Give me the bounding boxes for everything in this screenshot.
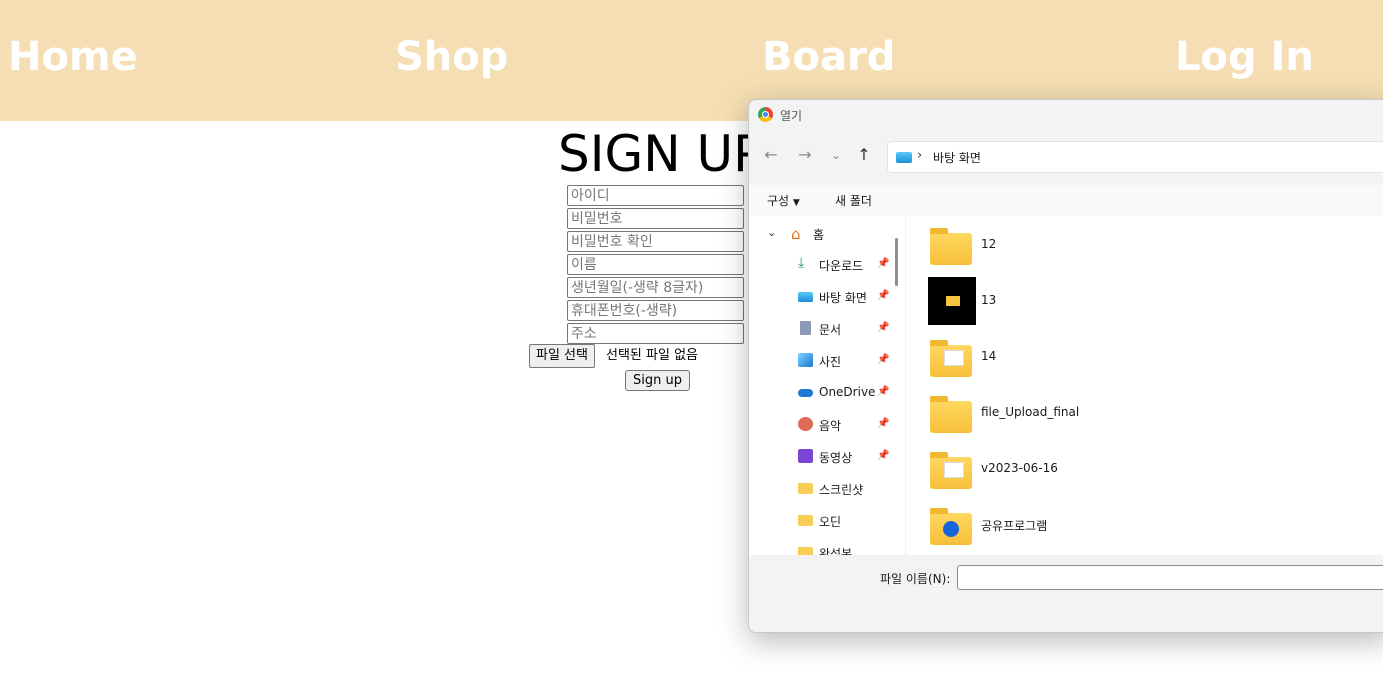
document-icon	[944, 350, 964, 366]
files-pane: 12 13 14 file_Upload_final v2023-06-16 공…	[906, 216, 1383, 555]
file-name: 14	[981, 349, 997, 363]
file-item[interactable]: 13	[926, 277, 1226, 343]
nav-item-label: 스크린샷	[819, 483, 864, 497]
nav-item-label: 오딘	[819, 515, 842, 529]
breadcrumb-desktop[interactable]: 바탕 화면	[933, 149, 981, 166]
nav-item-documents[interactable]: 문서 📌	[797, 317, 897, 341]
share-icon	[943, 521, 959, 537]
file-name: 12	[981, 237, 997, 251]
folder-icon	[798, 513, 813, 527]
nav-item-label: 문서	[819, 323, 842, 337]
cloud-icon	[798, 389, 813, 397]
home-icon: ⌂	[791, 225, 801, 243]
folder-with-document-icon	[930, 340, 972, 377]
file-name: 공유프로그램	[981, 519, 1048, 533]
caret-down-icon: ▼	[792, 198, 800, 208]
pin-icon: 📌	[877, 386, 890, 397]
name-input[interactable]	[567, 254, 744, 275]
signup-button[interactable]: Sign up	[625, 370, 690, 391]
up-arrow-icon[interactable]: ↑	[853, 145, 875, 164]
music-icon	[798, 417, 813, 431]
nav-item-odin[interactable]: 오딘	[797, 509, 897, 533]
dialog-footer: 파일 이름(N):	[749, 555, 1383, 632]
nav-item-label: OneDrive	[819, 385, 876, 399]
password-confirm-input[interactable]	[567, 231, 744, 252]
folder-shape	[798, 483, 813, 494]
nav-item-label: 동영상	[819, 451, 853, 465]
nav-home-link[interactable]: Home	[8, 33, 138, 81]
filename-input[interactable]	[957, 565, 1383, 590]
folder-icon	[930, 228, 972, 265]
birth-input[interactable]	[567, 277, 744, 298]
folder-icon	[946, 296, 960, 306]
dialog-content: ⌄ ⌂ 홈 ⤓ 다운로드 📌 바탕 화면 📌 문서 📌 사진 📌 OneDriv…	[749, 216, 1383, 561]
folder-icon	[798, 481, 813, 495]
pin-icon: 📌	[877, 290, 890, 301]
nav-item-pictures[interactable]: 사진 📌	[797, 349, 897, 373]
desktop-icon	[896, 152, 912, 163]
nav-item-label: 사진	[819, 355, 842, 369]
nav-shop-link[interactable]: Shop	[395, 33, 508, 81]
file-name: file_Upload_final	[981, 405, 1080, 419]
desktop-icon	[798, 292, 813, 302]
file-status-text: 선택된 파일 없음	[606, 348, 698, 363]
dialog-titlebar[interactable]: 열기	[749, 100, 1383, 130]
nav-item-label: 바탕 화면	[819, 291, 867, 305]
new-folder-button[interactable]: 새 폴더	[835, 192, 872, 209]
video-icon	[798, 449, 813, 463]
folder-with-document-icon	[930, 452, 972, 489]
file-item[interactable]: 14	[926, 340, 1226, 399]
navigation-pane: ⌄ ⌂ 홈 ⤓ 다운로드 📌 바탕 화면 📌 문서 📌 사진 📌 OneDriv…	[749, 216, 906, 561]
page-title: SIGN UP	[558, 125, 764, 183]
image-thumbnail-icon	[928, 277, 976, 325]
nav-item-home[interactable]: ⌄ ⌂ 홈	[765, 222, 865, 246]
password-input[interactable]	[567, 208, 744, 229]
pin-icon: 📌	[877, 450, 890, 461]
nav-item-label: 음악	[819, 419, 842, 433]
breadcrumb-separator: ›	[917, 148, 923, 163]
forward-arrow-icon[interactable]: →	[794, 145, 816, 164]
nav-item-desktop[interactable]: 바탕 화면 📌	[797, 285, 897, 309]
address-bar[interactable]: › 바탕 화면	[887, 141, 1383, 173]
nav-item-label: 홈	[813, 228, 825, 242]
nav-item-label: 다운로드	[819, 259, 864, 273]
nav-item-screenshots[interactable]: 스크린샷	[797, 477, 897, 501]
pin-icon: 📌	[877, 418, 890, 429]
open-file-dialog: 열기 ← → ⌄ ↑ › 바탕 화면 구성 ▼ 새 폴더 ⌄ ⌂ 홈 ⤓ 다운로…	[748, 99, 1383, 633]
pin-icon: 📌	[877, 258, 890, 269]
picture-icon	[798, 353, 813, 367]
folder-icon	[930, 396, 972, 433]
nav-item-music[interactable]: 음악 📌	[797, 413, 897, 437]
chrome-icon	[758, 107, 773, 122]
file-select-button[interactable]: 파일 선택	[529, 344, 595, 368]
id-input[interactable]	[567, 185, 744, 206]
nav-board-link[interactable]: Board	[762, 33, 895, 81]
pin-icon: 📌	[877, 322, 890, 333]
recent-chevron-down-icon[interactable]: ⌄	[825, 148, 847, 162]
chevron-down-icon[interactable]: ⌄	[767, 226, 776, 239]
dialog-toolbar: 구성 ▼ 새 폴더	[749, 185, 1383, 217]
shared-folder-icon	[930, 508, 972, 545]
file-name: 13	[981, 293, 997, 307]
nav-login-link[interactable]: Log In	[1175, 33, 1314, 81]
folder-shape	[798, 515, 813, 526]
phone-input[interactable]	[567, 300, 744, 321]
document-icon	[800, 321, 811, 335]
file-item[interactable]: v2023-06-16	[926, 452, 1226, 511]
nav-item-videos[interactable]: 동영상 📌	[797, 445, 897, 469]
back-arrow-icon[interactable]: ←	[760, 145, 782, 164]
document-icon	[944, 462, 964, 478]
nav-item-onedrive[interactable]: OneDrive 📌	[797, 381, 897, 405]
organize-button[interactable]: 구성 ▼	[767, 192, 800, 209]
file-name: v2023-06-16	[981, 461, 1058, 475]
filename-label: 파일 이름(N):	[880, 572, 951, 586]
nav-item-downloads[interactable]: ⤓ 다운로드 📌	[797, 253, 897, 277]
address-input[interactable]	[567, 323, 744, 344]
pin-icon: 📌	[877, 354, 890, 365]
file-item[interactable]: file_Upload_final	[926, 396, 1226, 455]
dialog-title: 열기	[780, 109, 803, 123]
organize-label: 구성	[767, 194, 790, 208]
download-icon: ⤓	[798, 255, 805, 271]
